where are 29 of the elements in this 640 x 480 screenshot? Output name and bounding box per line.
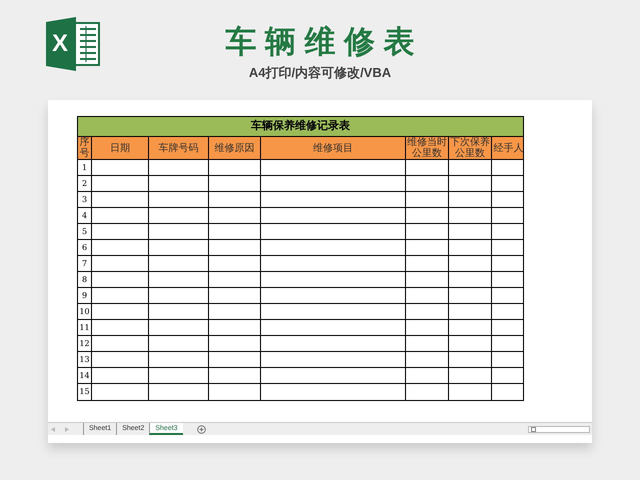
row-number: 13: [78, 354, 91, 366]
column-header: 车牌号码: [149, 137, 209, 159]
row-number: 8: [80, 274, 88, 286]
column-header: 日期: [92, 137, 149, 159]
column-header: 维修原因: [209, 137, 261, 159]
page-subtitle: A4打印/内容可修改/VBA: [248, 64, 392, 82]
excel-logo: X: [46, 17, 102, 71]
page-title: 车 辆 维 修 表: [225, 23, 415, 61]
row-number: 4: [80, 210, 88, 222]
row-number: 3: [80, 194, 88, 206]
row-number: 5: [80, 226, 88, 238]
row-number: 15: [78, 386, 91, 398]
sheet-title: 车辆保养维修记录表: [78, 117, 523, 137]
column-header: 维修当时公里数: [406, 137, 449, 159]
row-number: 7: [80, 258, 88, 270]
column-header: 维修项目: [261, 137, 406, 159]
add-sheet-icon[interactable]: [196, 424, 206, 434]
row-number: 9: [80, 290, 88, 302]
column-header: 下次保养公里数: [449, 137, 492, 159]
row-number: 2: [80, 178, 88, 190]
row-number: 12: [78, 338, 91, 350]
row-number: 11: [78, 322, 91, 334]
row-number: 6: [80, 242, 88, 254]
column-header: 经手人: [492, 142, 524, 156]
row-number: 14: [78, 370, 91, 382]
row-number: 10: [78, 306, 91, 318]
horizontal-scrollbar[interactable]: [528, 426, 590, 432]
row-number: 1: [80, 162, 88, 174]
column-header: 序号: [78, 137, 92, 159]
